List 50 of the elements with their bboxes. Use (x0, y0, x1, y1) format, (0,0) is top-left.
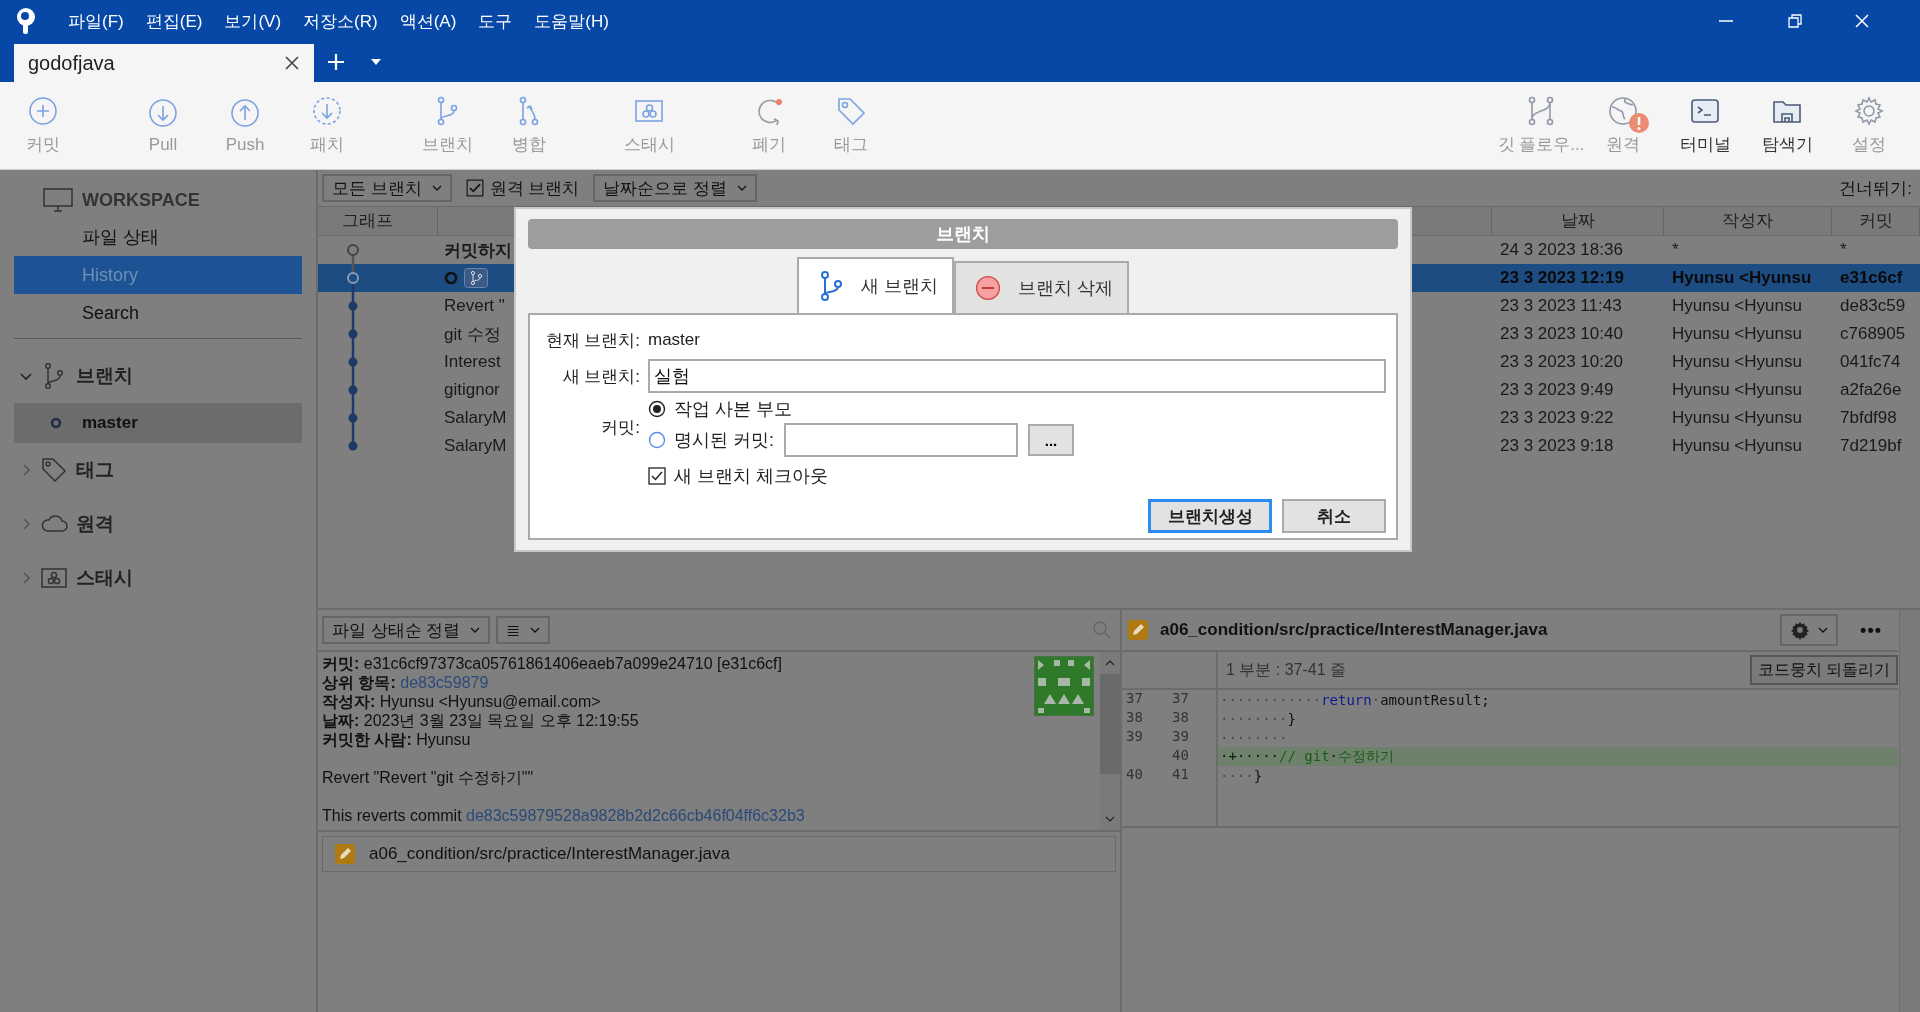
commit-detail-line: 커밋한 사람: Hyunsu (322, 730, 472, 749)
date-cell-text: 23 3 2023 9:18 (1499, 436, 1615, 456)
commit-detail-line: 날짜: 2023년 3월 23일 목요일 오후 12:19:55 (322, 711, 640, 730)
author-cell-text: Hyunsu <Hyunsu (1671, 436, 1803, 456)
author-cell-text: Hyunsu <Hyunsu (1671, 352, 1803, 372)
commit-detail-line: 커밋: e31c6cf97373ca05761861406eaeb7a099e24710 [e31c6cf] (322, 654, 783, 673)
field-label: 새 브랜치: (561, 365, 640, 388)
commit-hash-cell-text: 041fc74 (1839, 352, 1902, 372)
commit-message: SalaryM (444, 436, 507, 456)
commit-hash-cell-text: a2fa26e (1839, 380, 1903, 400)
commit-message: SalaryM (444, 408, 507, 428)
commit-detail-line: 상위 항목: de83c59879 (322, 673, 490, 692)
author-cell-text: Hyunsu <Hyunsu (1671, 296, 1803, 316)
commit-message: git 수정 (444, 323, 501, 346)
date-cell-text: 23 3 2023 12:19 (1499, 268, 1625, 288)
author-cell-text: Hyunsu <Hyunsu (1671, 324, 1803, 344)
field-label: 커밋: (600, 416, 640, 439)
commit-detail-line: 작성자: Hyunsu <Hyunsu@email.com> (322, 692, 602, 711)
date-cell-text: 23 3 2023 9:22 (1499, 408, 1615, 428)
commit-hash-cell-text: c768905 (1839, 324, 1907, 344)
diff-line: 40 41 ····} (1122, 766, 1898, 785)
commit-hash-cell-text: 7d219bf (1839, 436, 1903, 456)
commit-message: 커밋하지 (444, 239, 512, 262)
reverts-line: This reverts commit de83c59879528a9828b2d2c66cb46f04ff6c32b3 (322, 806, 806, 825)
author-cell-text: Hyunsu <Hyunsu (1671, 268, 1813, 288)
commit-hash-cell-text: e31c6cf (1839, 268, 1904, 288)
date-cell-text: 23 3 2023 11:43 (1499, 296, 1623, 316)
dialog-title: 브랜치 (528, 219, 1398, 249)
commit-hash-cell-text: * (1839, 240, 1848, 260)
author-cell-text: * (1671, 240, 1680, 260)
current-branch-value: master (648, 330, 700, 350)
date-cell-text: 23 3 2023 10:40 (1499, 324, 1624, 344)
commit-hash-cell-text: de83c59 (1839, 296, 1907, 316)
commit-message-text: Revert "Revert "git 수정하기"" (322, 768, 535, 787)
diff-line: 38 38 ········} (1122, 709, 1898, 728)
commit-message: Revert " (444, 296, 505, 316)
author-cell-text: Hyunsu <Hyunsu (1671, 380, 1803, 400)
diff-file-name: a06_condition/src/practice/InterestManager.java (1160, 620, 1548, 640)
hunk-header: 1 부분 : 37-41 줄 (1226, 659, 1347, 680)
commit-message: gitignor (444, 380, 500, 400)
commit-message: Interest (444, 352, 501, 372)
date-cell-text: 23 3 2023 9:49 (1499, 380, 1615, 400)
diff-line: 37 37 ············return·amountResult; (1122, 690, 1898, 709)
field-label: 현재 브랜치: (544, 329, 640, 352)
skip-label: 건너뛰기: (1839, 177, 1912, 200)
commit-hash-cell-text: 7bfdf98 (1839, 408, 1898, 428)
workspace-heading: WORKSPACE (82, 189, 200, 211)
date-cell-text: 24 3 2023 18:36 (1499, 240, 1624, 260)
author-cell-text: Hyunsu <Hyunsu (1671, 408, 1803, 428)
date-cell-text: 23 3 2023 10:20 (1499, 352, 1624, 372)
